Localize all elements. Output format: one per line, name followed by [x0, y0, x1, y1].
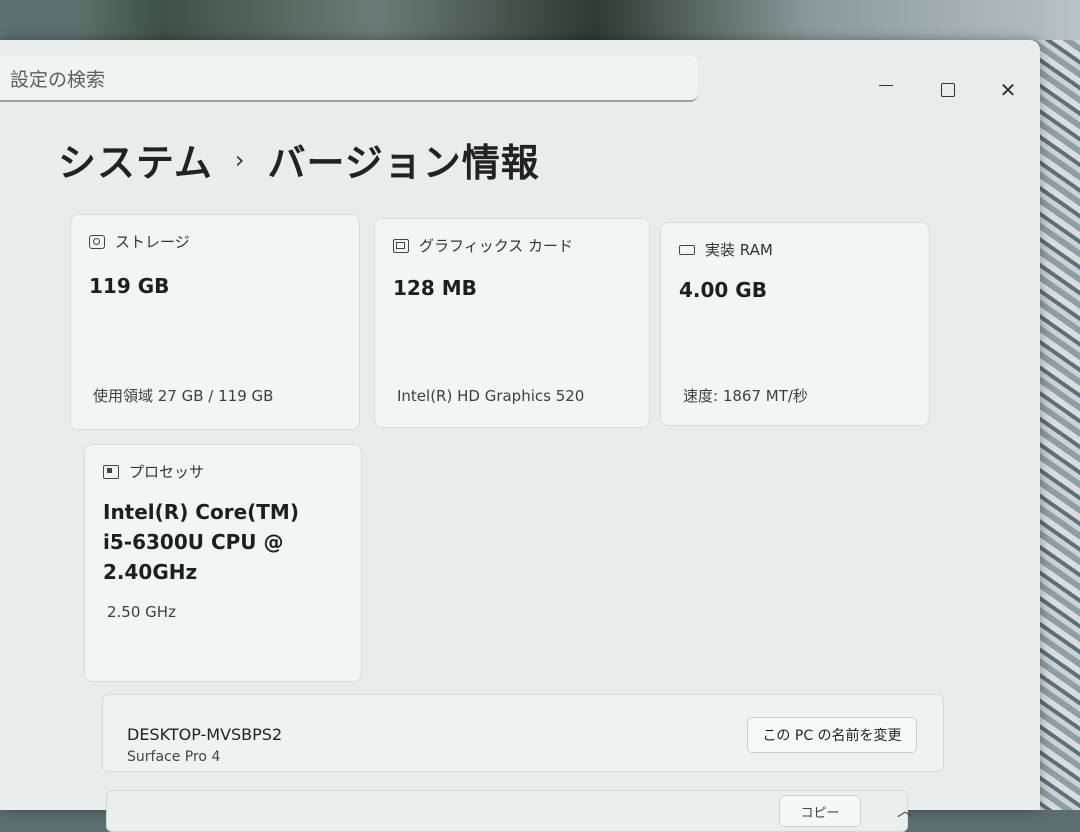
storage-card[interactable]: ストレージ 119 GB 使用領域 27 GB / 119 GB [70, 214, 360, 430]
processor-card[interactable]: プロセッサ Intel(R) Core(TM) i5-6300U CPU @ 2… [84, 444, 362, 682]
desktop-wallpaper-left [0, 0, 80, 40]
graphics-card-card[interactable]: グラフィックス カード 128 MB Intel(R) HD Graphics … [374, 218, 650, 428]
ram-value: 4.00 GB [679, 278, 767, 302]
device-name: DESKTOP-MVSBPS2 [127, 725, 283, 744]
device-name-row: DESKTOP-MVSBPS2 Surface Pro 4 この PC の名前を… [102, 694, 944, 772]
processor-speed: 2.50 GHz [107, 603, 176, 621]
page-title: バージョン情報 [267, 141, 540, 185]
chevron-up-icon[interactable]: ︿ [897, 797, 913, 821]
ram-card[interactable]: 実装 RAM 4.00 GB 速度: 1867 MT/秒 [660, 222, 930, 426]
storage-card-header: ストレージ [89, 231, 190, 252]
ram-icon [679, 244, 695, 255]
ram-card-header: 実装 RAM [679, 239, 773, 260]
graphics-card-label: グラフィックス カード [419, 237, 574, 255]
storage-usage: 使用領域 27 GB / 119 GB [93, 387, 274, 405]
close-icon: ✕ [999, 78, 1017, 102]
processor-label: プロセッサ [129, 463, 205, 481]
close-button[interactable]: ✕ [988, 70, 1028, 110]
graphics-card-value: 128 MB [393, 276, 477, 300]
minimize-button[interactable] [866, 70, 906, 110]
device-model: Surface Pro 4 [127, 749, 221, 765]
device-specs-row[interactable]: コピー ︿ [106, 790, 913, 832]
processor-value: Intel(R) Core(TM) i5-6300U CPU @ 2.40GHz [103, 500, 299, 584]
copy-button[interactable]: コピー [779, 795, 861, 827]
storage-label: ストレージ [115, 233, 190, 251]
rename-pc-button[interactable]: この PC の名前を変更 [747, 717, 917, 753]
maximize-icon [941, 83, 955, 97]
graphics-card-header: グラフィックス カード [393, 235, 573, 256]
ram-speed: 速度: 1867 MT/秒 [683, 387, 808, 405]
search-input[interactable]: 設定の検索 [0, 56, 698, 102]
breadcrumb: システム › バージョン情報 [58, 132, 540, 187]
maximize-button[interactable] [928, 70, 968, 110]
storage-value: 119 GB [89, 274, 170, 298]
storage-icon [89, 234, 105, 249]
processor-icon [103, 464, 119, 479]
ram-label: 実装 RAM [705, 241, 773, 259]
settings-window: 設定の検索 ✕ システム › バージョン情報 ストレージ 119 GB 使用領域… [0, 40, 1040, 832]
breadcrumb-separator: › [234, 145, 246, 174]
minimize-icon [879, 84, 893, 86]
processor-card-header: プロセッサ [103, 461, 204, 482]
breadcrumb-parent[interactable]: システム [58, 132, 213, 187]
graphics-card-icon [393, 238, 409, 253]
graphics-card-model: Intel(R) HD Graphics 520 [397, 387, 585, 405]
search-placeholder: 設定の検索 [10, 68, 106, 91]
